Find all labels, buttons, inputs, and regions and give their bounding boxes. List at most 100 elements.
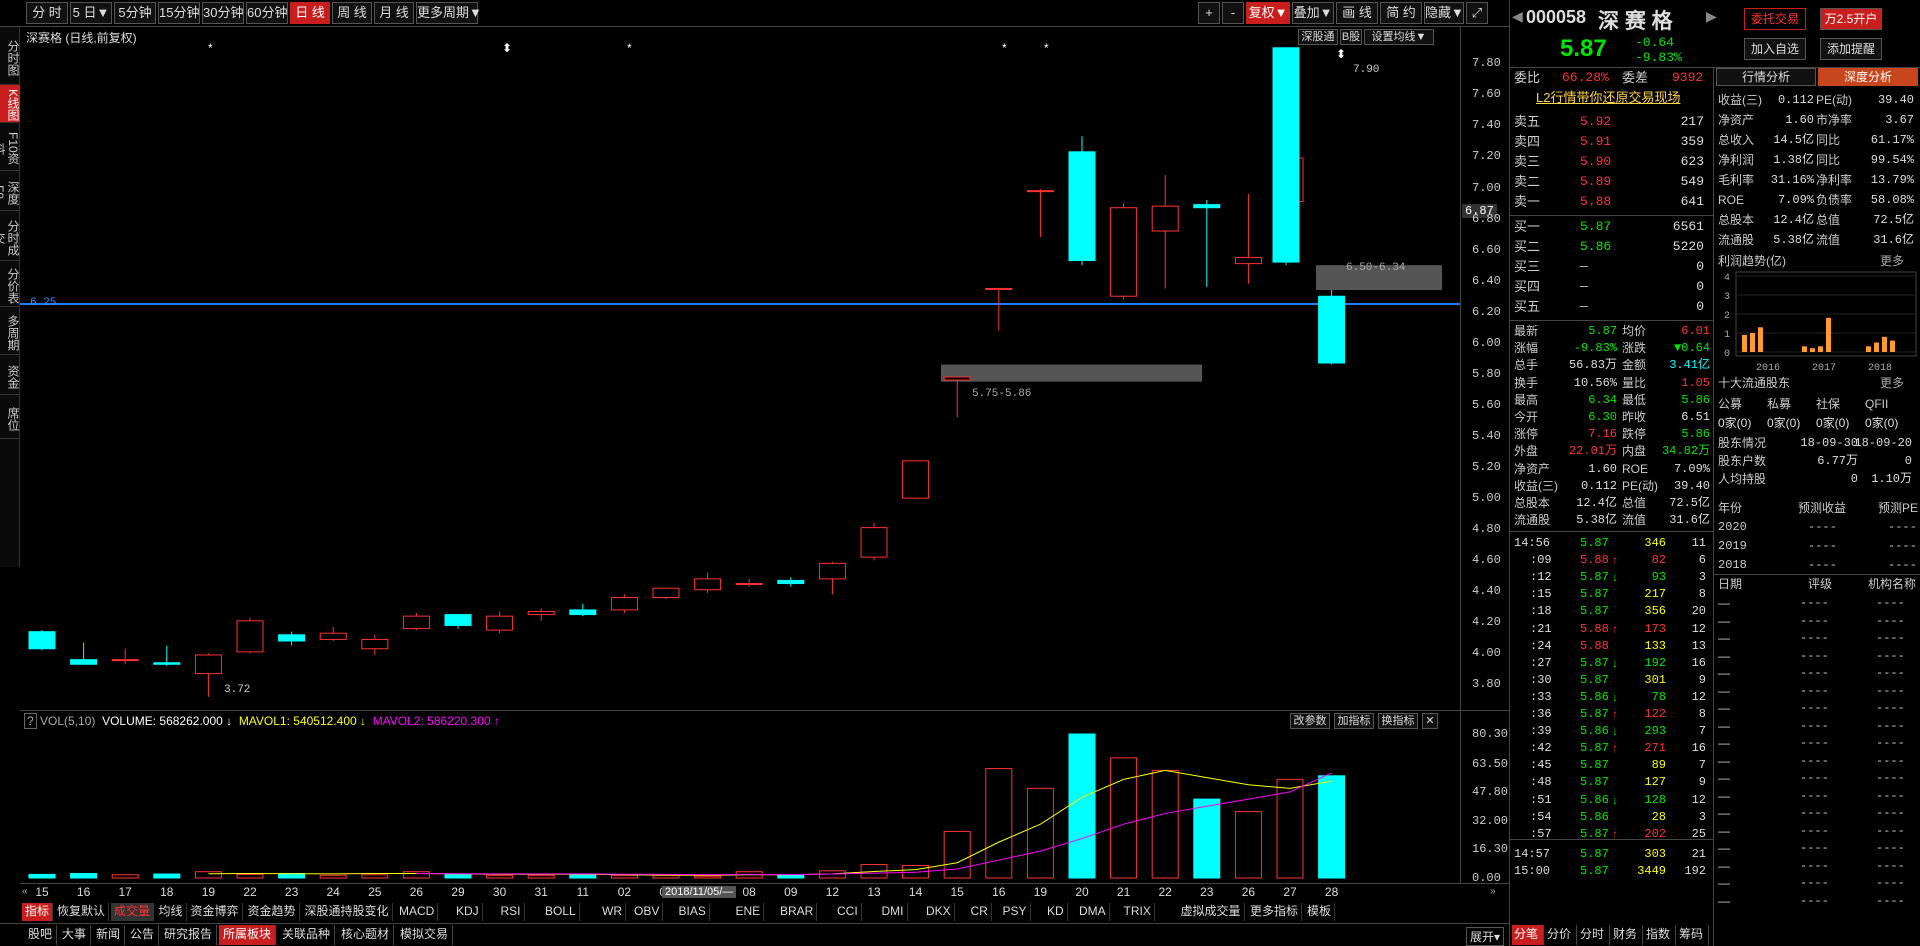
side-tab-7[interactable]: 资金 (0, 355, 20, 395)
side-tab-5[interactable]: 分价表 (0, 261, 20, 307)
side-tab-4[interactable]: 分时成交 (0, 211, 20, 261)
chart-btn-1[interactable]: B股 (1340, 29, 1362, 45)
indicator-tab-18[interactable]: DKX (923, 903, 955, 921)
indicator-tab-9[interactable]: RSI (498, 903, 525, 921)
right-tab-2[interactable]: 分时 (1578, 925, 1610, 945)
side-tab-8[interactable]: 席位 (0, 395, 20, 439)
scroll-right-icon[interactable]: » (1490, 886, 1496, 897)
prev-stock-icon[interactable]: ◀ (1512, 8, 1523, 25)
side-tab-1[interactable]: K线图 (0, 85, 20, 123)
indicator-tab-3[interactable]: 均线 (156, 903, 187, 921)
event-marker[interactable]: * (1002, 41, 1007, 55)
quote-btn-3[interactable]: 添加提醒 (1820, 38, 1882, 60)
period-7[interactable]: 周 线 (332, 2, 372, 24)
tool-2[interactable]: 复权▼ (1246, 2, 1290, 24)
quote-btn-2[interactable]: 加入自选 (1744, 38, 1806, 60)
indicator-tab-1[interactable]: 恢复默认 (54, 903, 110, 921)
period-0[interactable]: 分 时 (26, 2, 68, 24)
analysis-tab-1[interactable]: 深度分析 (1818, 68, 1918, 86)
tool-4[interactable]: 画 线 (1336, 2, 1378, 24)
right-tab-3[interactable]: 财务 (1611, 925, 1643, 945)
indicator-tab-10[interactable]: BOLL (542, 903, 580, 921)
tick-volume: 301 (1644, 672, 1666, 687)
promo-link[interactable]: L2行情带你还原交易现场 (1536, 89, 1680, 107)
indicator-tab-21[interactable]: KD (1044, 903, 1068, 921)
indicator-tab-23[interactable]: TRIX (1121, 903, 1155, 921)
candle-body (319, 632, 347, 640)
quote-btn-1[interactable]: 万2.5开户 (1820, 8, 1882, 30)
period-3[interactable]: 15分钟 (158, 2, 200, 24)
bottom-tab-1[interactable]: 大事 (58, 925, 92, 945)
vol-btn-2[interactable]: 换指标 (1378, 713, 1418, 729)
period-5[interactable]: 60分钟 (246, 2, 288, 24)
next-stock-icon[interactable]: ▶ (1706, 8, 1717, 25)
indicator-tab-15[interactable]: BRAR (777, 903, 818, 921)
indicator-tab-16[interactable]: CCI (834, 903, 862, 921)
period-8[interactable]: 月 线 (374, 2, 414, 24)
side-tab-6[interactable]: 多周期 (0, 307, 20, 355)
holders-more[interactable]: 更多 (1880, 374, 1904, 392)
bottom-tab-7[interactable]: 核心题材 (337, 925, 395, 945)
indicator-tab-24[interactable]: 虚拟成交量 (1178, 903, 1245, 921)
event-marker[interactable]: * (627, 41, 632, 55)
indicator-tab-5[interactable]: 资金趋势 (245, 903, 300, 921)
event-marker[interactable]: * (1044, 41, 1049, 55)
indicator-tab-19[interactable]: CR (968, 903, 992, 921)
tool-7[interactable]: ⤢ (1466, 2, 1488, 24)
chart-btn-0[interactable]: 深股通 (1298, 29, 1338, 45)
indicator-tab-2[interactable]: 成交量 (111, 903, 155, 921)
period-2[interactable]: 5分钟 (114, 2, 156, 24)
period-6[interactable]: 日 线 (290, 2, 330, 24)
tool-1[interactable]: - (1222, 2, 1244, 24)
side-tab-0[interactable]: 分时图 (0, 27, 20, 85)
expand-button[interactable]: 展开▾ (1466, 927, 1505, 946)
right-tab-1[interactable]: 分价 (1545, 925, 1577, 945)
event-marker[interactable]: ⬍ (502, 41, 512, 55)
tool-5[interactable]: 简 约 (1380, 2, 1422, 24)
indicator-tab-22[interactable]: DMA (1076, 903, 1110, 921)
indicator-tab-4[interactable]: 资金博弈 (188, 903, 243, 921)
bottom-tab-8[interactable]: 模拟交易 (396, 925, 454, 945)
vol-btn-1[interactable]: 加指标 (1334, 713, 1374, 729)
indicator-tab-13[interactable]: BIAS (676, 903, 710, 921)
bottom-tab-3[interactable]: 公告 (126, 925, 160, 945)
right-tab-0[interactable]: 分笔 (1512, 925, 1544, 945)
indicator-tab-14[interactable]: ENE (733, 903, 765, 921)
quote-btn-0[interactable]: 委托交易 (1744, 8, 1806, 30)
right-tab-5[interactable]: 筹码 (1677, 925, 1709, 945)
bottom-tab-5[interactable]: 所属板块 (219, 925, 277, 945)
period-1[interactable]: 5 日▼ (70, 2, 112, 24)
tool-3[interactable]: 叠加▼ (1292, 2, 1334, 24)
indicator-tab-26[interactable]: 模板 (1304, 903, 1336, 921)
bottom-tab-6[interactable]: 关联品种 (278, 925, 336, 945)
bottom-tab-2[interactable]: 新闻 (92, 925, 126, 945)
right-tab-4[interactable]: 指数 (1644, 925, 1676, 945)
bottom-tab-4[interactable]: 研究报告 (160, 925, 218, 945)
vol-btn-0[interactable]: 改参数 (1290, 713, 1330, 729)
vol-btn-3[interactable]: ✕ (1422, 713, 1438, 729)
indicator-tab-8[interactable]: KDJ (453, 903, 483, 921)
side-tab-2[interactable]: F10资料 (0, 123, 20, 171)
indicator-tab-11[interactable]: WR (599, 903, 626, 921)
period-9[interactable]: 更多周期▼ (416, 2, 482, 24)
analysis-tab-0[interactable]: 行情分析 (1716, 68, 1816, 86)
indicator-tab-12[interactable]: OBV (631, 903, 664, 921)
event-marker[interactable]: * (208, 41, 213, 55)
indicator-tab-7[interactable]: MACD (396, 903, 439, 921)
bottom-tab-0[interactable]: 股吧 (24, 925, 58, 945)
indicator-tab-0[interactable]: 指标 (22, 903, 54, 921)
indicator-tab-17[interactable]: DMI (879, 903, 908, 921)
trend-more[interactable]: 更多 (1880, 252, 1904, 270)
indicator-tab-25[interactable]: 更多指标 (1247, 903, 1303, 921)
tool-0[interactable]: + (1198, 2, 1220, 24)
period-4[interactable]: 30分钟 (202, 2, 244, 24)
side-tab-3[interactable]: 深度F9 (0, 171, 20, 211)
up-arrow-icon: ↑ (1612, 707, 1618, 721)
chart-btn-2[interactable]: 设置均线▼ (1364, 29, 1434, 45)
help-icon[interactable]: ? (24, 713, 37, 729)
tool-6[interactable]: 隐藏▼ (1424, 2, 1464, 24)
event-marker[interactable]: ⬍ (1336, 47, 1346, 61)
indicator-tab-20[interactable]: PSY (1000, 903, 1031, 921)
indicator-tab-6[interactable]: 深股通持股变化 (302, 903, 393, 921)
candlestick-chart[interactable] (20, 40, 1460, 710)
